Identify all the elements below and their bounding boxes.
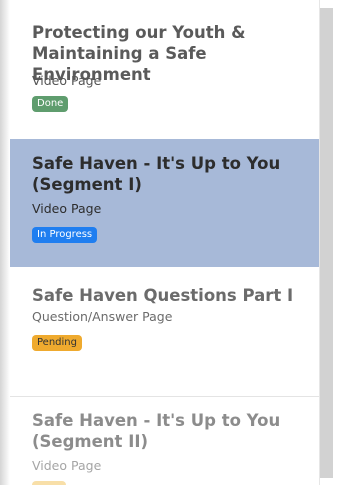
lesson-type: Video Page [32,201,102,216]
lesson-type: Video Page [32,73,102,88]
lesson-item-1[interactable]: Protecting our Youth & Maintaining a Saf… [10,0,319,140]
lesson-item-2-active[interactable]: Safe Haven - It's Up to You (Segment I) … [10,139,319,267]
lesson-list: Protecting our Youth & Maintaining a Saf… [10,0,320,485]
lesson-title: Safe Haven Questions Part I [32,286,294,305]
status-badge-done: Done [32,96,69,112]
status-badge-pending: Pending [32,335,82,351]
status-badge-clipped [32,481,66,485]
scrollbar[interactable] [320,8,333,478]
status-badge-in-progress: In Progress [32,227,98,243]
lesson-item-4[interactable]: Safe Haven - It's Up to You (Segment II)… [10,397,319,485]
lesson-title: Safe Haven - It's Up to You (Segment I) [32,154,281,194]
lesson-title: Safe Haven - It's Up to You (Segment II) [32,411,281,451]
panel-shadow [0,0,10,485]
lesson-type: Question/Answer Page [32,309,173,324]
lesson-item-3[interactable]: Safe Haven Questions Part I Question/Ans… [10,268,319,397]
lesson-type: Video Page [32,458,102,473]
